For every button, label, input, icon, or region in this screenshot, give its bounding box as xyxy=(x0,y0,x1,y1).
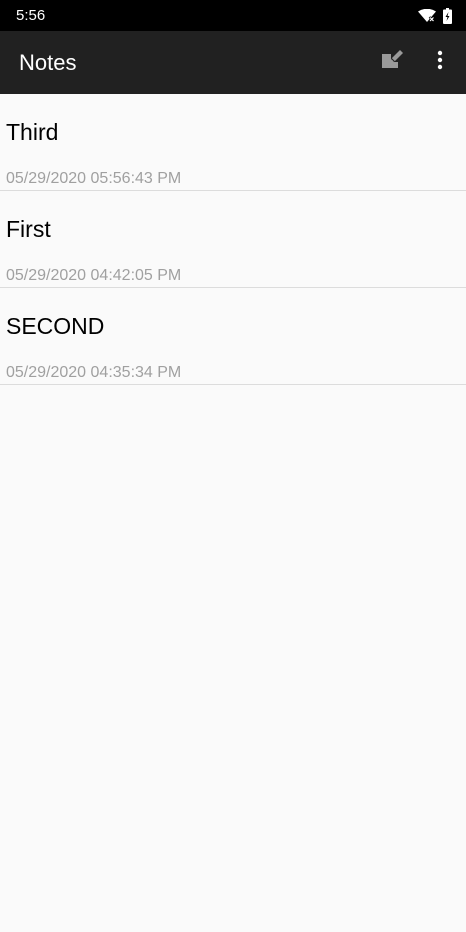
note-title: Third xyxy=(6,119,59,145)
battery-icon xyxy=(443,8,452,24)
app-bar: Notes xyxy=(0,31,466,94)
status-icons xyxy=(418,8,452,24)
wifi-icon xyxy=(418,9,436,23)
note-item[interactable]: First 05/29/2020 04:42:05 PM xyxy=(0,191,466,288)
overflow-menu-icon xyxy=(437,50,443,75)
note-item[interactable]: SECOND 05/29/2020 04:35:34 PM xyxy=(0,288,466,385)
page-title: Notes xyxy=(19,50,77,75)
new-note-icon xyxy=(380,49,404,76)
new-note-button[interactable] xyxy=(370,40,414,84)
note-date: 05/29/2020 05:56:43 PM xyxy=(6,170,182,187)
note-item[interactable]: Third 05/29/2020 05:56:43 PM xyxy=(0,94,466,191)
note-title: SECOND xyxy=(6,313,105,339)
status-time: 5:56 xyxy=(16,7,46,24)
note-date: 05/29/2020 04:35:34 PM xyxy=(6,364,182,381)
notes-list: Third 05/29/2020 05:56:43 PM First 05/29… xyxy=(0,94,466,385)
overflow-menu-button[interactable] xyxy=(418,40,462,84)
note-date: 05/29/2020 04:42:05 PM xyxy=(6,267,182,284)
note-title: First xyxy=(6,216,51,242)
status-bar: 5:56 xyxy=(0,0,466,31)
